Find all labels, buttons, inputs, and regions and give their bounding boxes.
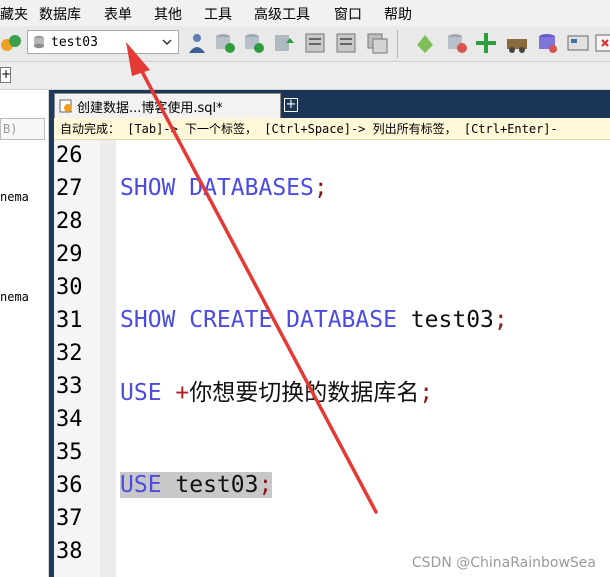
menu-favorites[interactable]: 藏夹 <box>0 4 28 24</box>
watermark: CSDN @ChinaRainbowSea <box>411 555 596 571</box>
expand-plus-icon[interactable]: + <box>0 67 11 83</box>
toolbar-separator <box>397 30 398 58</box>
close-window-icon[interactable] <box>594 31 610 55</box>
sql-keyword: SHOW DATABASES <box>120 175 314 201</box>
line-number: 28 <box>56 209 83 234</box>
menu-table[interactable]: 表单 <box>104 4 132 24</box>
menu-other[interactable]: 其他 <box>154 4 182 24</box>
line-number: 33 <box>56 374 83 399</box>
tab-query-file[interactable]: 创建数据...博客使用.sql* <box>54 93 281 118</box>
code-line-33[interactable]: USE +你想要切换的数据库名; <box>120 373 433 407</box>
sql-placeholder-text: 你想要切换的数据库名 <box>189 380 420 406</box>
object-browser-toolbar <box>0 62 610 90</box>
menu-tools[interactable]: 工具 <box>204 4 232 24</box>
sql-terminator: ; <box>419 380 434 406</box>
schema-sync-icon[interactable] <box>413 31 437 55</box>
sync-icon[interactable] <box>272 31 296 55</box>
object-filter-input[interactable]: B) <box>0 118 45 140</box>
line-number: 32 <box>56 341 83 366</box>
sql-terminator: ; <box>493 307 508 333</box>
menu-window[interactable]: 窗口 <box>334 4 362 24</box>
database-icon <box>34 35 44 49</box>
tree-item-schema[interactable]: nema <box>0 290 29 304</box>
sql-operator: + <box>175 380 190 406</box>
line-number: 26 <box>56 143 83 168</box>
data-sync-icon[interactable] <box>445 31 469 55</box>
copy-db-icon[interactable] <box>365 31 389 55</box>
line-number: 36 <box>56 473 83 498</box>
database-selector[interactable]: test03 <box>27 30 179 54</box>
database-selector-value: test03 <box>51 34 98 50</box>
tab-label: 创建数据...博客使用.sql* <box>77 100 223 116</box>
sql-identifier: test03 <box>396 307 494 333</box>
menu-database[interactable]: 数据库 <box>39 4 81 24</box>
line-number: 27 <box>56 176 83 201</box>
new-tab-button[interactable]: + <box>284 98 298 112</box>
report-icon[interactable] <box>566 31 590 55</box>
sql-editor[interactable]: 26 27 28 29 30 31 32 33 34 35 36 37 38 S… <box>54 140 610 577</box>
line-number: 30 <box>56 275 83 300</box>
sql-terminator: ; <box>313 175 328 201</box>
line-number: 35 <box>56 440 83 465</box>
menu-bar: 藏夹 数据库 表单 其他 工具 高级工具 窗口 帮助 <box>0 0 610 26</box>
menu-advanced-tools[interactable]: 高级工具 <box>254 4 310 24</box>
line-number: 38 <box>56 539 83 564</box>
connect-icon[interactable] <box>0 31 22 55</box>
chevron-down-icon[interactable] <box>160 35 174 49</box>
export-icon[interactable] <box>334 31 358 55</box>
line-number: 31 <box>56 308 83 333</box>
user-manager-icon[interactable] <box>185 31 209 55</box>
query-builder-icon[interactable] <box>505 31 529 55</box>
line-number: 29 <box>56 242 83 267</box>
line-number-gutter: 26 27 28 29 30 31 32 33 34 35 36 37 38 <box>54 140 100 577</box>
sql-keyword: SHOW CREATE DATABASE <box>120 307 397 333</box>
restore-db-icon[interactable] <box>242 31 266 55</box>
sql-identifier: test03 <box>161 472 259 498</box>
line-number: 37 <box>56 506 83 531</box>
code-line-27[interactable]: SHOW DATABASES; <box>120 175 328 201</box>
sql-terminator: ; <box>258 472 273 498</box>
fold-margin <box>100 140 116 577</box>
tree-item-schema[interactable]: nema <box>0 190 29 204</box>
backup-db-icon[interactable] <box>213 31 237 55</box>
line-number: 34 <box>56 407 83 432</box>
schema-designer-icon[interactable] <box>535 31 559 55</box>
menu-help[interactable]: 帮助 <box>384 4 412 24</box>
object-browser: B) nema nema <box>0 90 49 577</box>
migrate-icon[interactable] <box>474 31 498 55</box>
main-toolbar: test03 <box>0 26 610 62</box>
code-line-31[interactable]: SHOW CREATE DATABASE test03; <box>120 307 508 333</box>
editor-tab-bar: 创建数据...博客使用.sql* + <box>54 90 610 118</box>
import-icon[interactable] <box>303 31 327 55</box>
code-line-36-selected[interactable]: USE test03; <box>120 472 273 498</box>
query-file-icon <box>59 99 72 113</box>
sql-keyword: USE <box>120 472 162 498</box>
autocomplete-hint-bar: 自动完成： [Tab]-> 下一个标签， [Ctrl+Space]-> 列出所有… <box>54 118 610 140</box>
sql-keyword: USE <box>120 380 176 406</box>
